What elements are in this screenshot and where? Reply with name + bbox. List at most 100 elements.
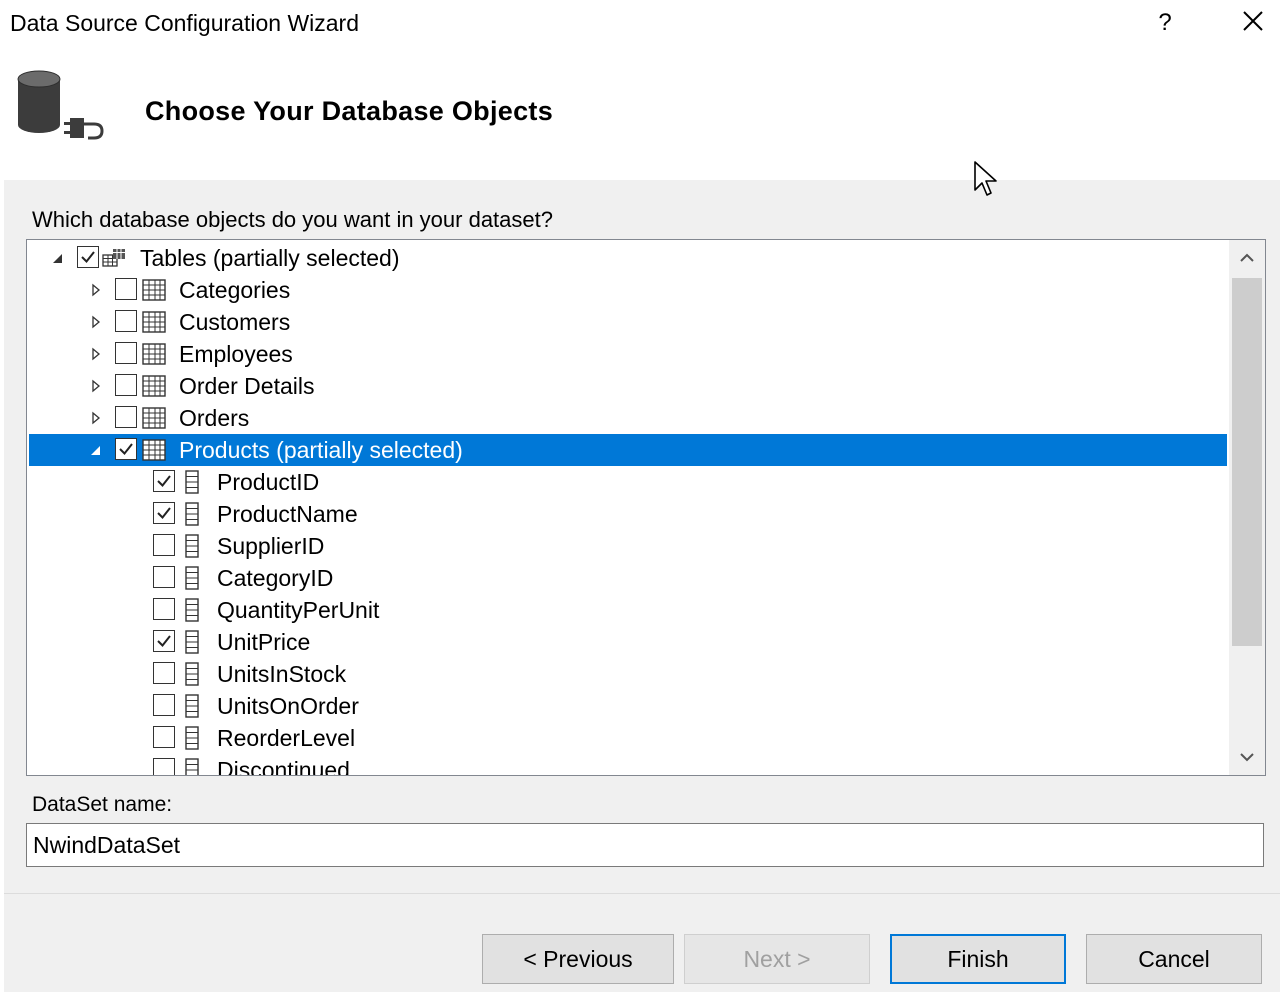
tree-node-label: Customers [179, 309, 291, 335]
dataset-name-label: DataSet name: [32, 793, 173, 816]
tree-node-column[interactable]: QuantityPerUnit [29, 594, 1227, 626]
help-button[interactable]: ? [1148, 6, 1182, 40]
question-label: Which database objects do you want in yo… [32, 207, 553, 232]
column-icon [185, 502, 199, 526]
checkbox-table[interactable] [115, 310, 137, 332]
column-icon [185, 470, 199, 494]
tree-node-table[interactable]: Customers [29, 306, 1227, 338]
check-icon [157, 635, 171, 648]
tree-node-label: Products (partially selected) [179, 437, 463, 463]
checkbox-column[interactable] [153, 726, 175, 748]
scroll-up-icon[interactable] [1229, 240, 1265, 276]
tree-node-label: UnitPrice [217, 629, 311, 655]
column-icon [185, 566, 199, 590]
column-icon [185, 758, 199, 775]
tree-node-table[interactable]: Order Details [29, 370, 1227, 402]
close-button[interactable] [1234, 6, 1272, 40]
dataset-name-input[interactable] [26, 823, 1264, 867]
checkbox-column[interactable] [153, 662, 175, 684]
page-title: Choose Your Database Objects [145, 96, 554, 126]
column-icon [185, 662, 199, 686]
tree-node-label: Categories [179, 277, 291, 303]
title-bar: Data Source Configuration Wizard ? [0, 0, 1280, 46]
tree-node-label: ProductID [217, 469, 320, 495]
collapse-arrow-icon[interactable] [89, 443, 103, 457]
check-icon [81, 251, 95, 264]
tree-node-column[interactable]: ProductName [29, 498, 1227, 530]
tree-node-label: Employees [179, 341, 293, 367]
mouse-cursor-icon [974, 161, 997, 196]
expand-arrow-icon[interactable] [89, 347, 103, 361]
tree-node-tables[interactable]: Tables (partially selected) [29, 242, 1227, 274]
checkbox-column[interactable] [153, 534, 175, 556]
cancel-button[interactable]: Cancel [1086, 934, 1262, 984]
tree-node-table[interactable]: Employees [29, 338, 1227, 370]
checkbox-column[interactable] [153, 630, 175, 652]
checkbox-table[interactable] [115, 374, 137, 396]
database-connection-icon [17, 70, 104, 140]
collapse-arrow-icon[interactable] [51, 251, 65, 265]
wizard-content: Which database objects do you want in yo… [4, 180, 1280, 893]
table-icon [142, 439, 166, 461]
tree-node-table-selected[interactable]: Products (partially selected) [29, 434, 1227, 466]
table-icon [142, 407, 166, 429]
tree-node-label: Order Details [179, 373, 315, 399]
tree-node-column[interactable]: ReorderLevel [29, 722, 1227, 754]
tree-node-label: Discontinued [217, 757, 350, 775]
scrollbar-thumb[interactable] [1232, 278, 1262, 646]
column-icon [185, 598, 199, 622]
expand-arrow-icon[interactable] [89, 379, 103, 393]
wizard-header: Choose Your Database Objects [0, 46, 1280, 180]
tree-node-label: Tables (partially selected) [140, 245, 400, 271]
next-button[interactable]: Next > [684, 934, 870, 984]
checkbox-column[interactable] [153, 694, 175, 716]
tree-node-table[interactable]: Categories [29, 274, 1227, 306]
tree-node-label: QuantityPerUnit [217, 597, 380, 623]
tree-node-label: ReorderLevel [217, 725, 356, 751]
window-title: Data Source Configuration Wizard [10, 10, 359, 36]
check-icon [157, 507, 171, 520]
finish-button[interactable]: Finish [890, 934, 1066, 984]
tree-node-column[interactable]: ProductID [29, 466, 1227, 498]
tree-node-column[interactable]: UnitsInStock [29, 658, 1227, 690]
column-icon [185, 534, 199, 558]
tree-node-label: UnitsOnOrder [217, 693, 359, 719]
expand-arrow-icon[interactable] [89, 315, 103, 329]
checkbox-table[interactable] [115, 278, 137, 300]
checkbox-column[interactable] [153, 470, 175, 492]
checkbox-table[interactable] [115, 438, 137, 460]
checkbox-column[interactable] [153, 566, 175, 588]
tree-node-label: UnitsInStock [217, 661, 347, 687]
tree-node-label: ProductName [217, 501, 358, 527]
check-icon [157, 475, 171, 488]
table-icon [142, 311, 166, 333]
check-icon [119, 443, 133, 456]
column-icon [185, 694, 199, 718]
checkbox-column[interactable] [153, 758, 175, 775]
database-objects-tree[interactable]: Tables (partially selected) Categories C… [26, 239, 1266, 776]
column-icon [185, 726, 199, 750]
tree-node-column[interactable]: SupplierID [29, 530, 1227, 562]
tree-node-label: CategoryID [217, 565, 334, 591]
checkbox-column[interactable] [153, 598, 175, 620]
tree-node-column[interactable]: UnitPrice [29, 626, 1227, 658]
table-icon [142, 375, 166, 397]
scroll-down-icon[interactable] [1229, 739, 1265, 775]
tree-node-column[interactable]: Discontinued [29, 754, 1227, 775]
column-icon [185, 630, 199, 654]
close-icon [1243, 11, 1263, 31]
tree-node-column[interactable]: CategoryID [29, 562, 1227, 594]
checkbox-tables[interactable] [77, 246, 99, 268]
checkbox-column[interactable] [153, 502, 175, 524]
tree-scrollbar[interactable] [1229, 240, 1265, 775]
previous-button[interactable]: < Previous [482, 934, 674, 984]
tree-node-table[interactable]: Orders [29, 402, 1227, 434]
table-icon [142, 343, 166, 365]
expand-arrow-icon[interactable] [89, 283, 103, 297]
tree-node-column[interactable]: UnitsOnOrder [29, 690, 1227, 722]
table-icon [142, 279, 166, 301]
checkbox-table[interactable] [115, 406, 137, 428]
wizard-footer: < Previous Next > Finish Cancel [4, 893, 1280, 992]
checkbox-table[interactable] [115, 342, 137, 364]
expand-arrow-icon[interactable] [89, 411, 103, 425]
